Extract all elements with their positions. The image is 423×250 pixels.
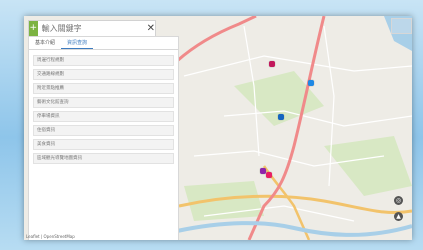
- layer-thumbnail[interactable]: [391, 18, 412, 34]
- list-item[interactable]: 藝術文化館查詢: [33, 97, 174, 108]
- map-window: ◎ ▲ + ✕ 基本介紹 資訊查詢 周邊行程規劃 交通路線規劃 附近景點推薦 藝…: [24, 16, 412, 240]
- panel-tabs: 基本介紹 資訊查詢: [29, 37, 178, 50]
- list-item[interactable]: 停車場資訊: [33, 111, 174, 122]
- museum-icon[interactable]: [269, 61, 275, 67]
- tab-info-search[interactable]: 資訊查詢: [61, 37, 94, 49]
- list-item[interactable]: 區域觀光導覽地圖資訊: [33, 153, 174, 164]
- info-panel: 基本介紹 資訊查詢 周邊行程規劃 交通路線規劃 附近景點推薦 藝術文化館查詢 停…: [28, 36, 179, 240]
- food-icon[interactable]: [266, 172, 272, 178]
- tab-basic-info[interactable]: 基本介紹: [29, 37, 61, 49]
- list-item[interactable]: 周邊行程規劃: [33, 55, 174, 66]
- plus-icon[interactable]: +: [29, 21, 38, 36]
- car-icon[interactable]: [278, 114, 284, 120]
- search-bar: + ✕: [28, 20, 156, 37]
- search-input[interactable]: [37, 22, 147, 35]
- compass-icon[interactable]: ▲: [394, 212, 403, 221]
- list-item[interactable]: 美食資訊: [33, 139, 174, 150]
- bus-icon[interactable]: [308, 80, 314, 86]
- list-item[interactable]: 交通路線規劃: [33, 69, 174, 80]
- map-attribution: Leaflet | OpenStreetMap: [26, 234, 75, 239]
- list-item[interactable]: 住宿資訊: [33, 125, 174, 136]
- close-icon[interactable]: ✕: [147, 21, 155, 36]
- list-item[interactable]: 附近景點推薦: [33, 83, 174, 94]
- info-list: 周邊行程規劃 交通路線規劃 附近景點推薦 藝術文化館查詢 停車場資訊 住宿資訊 …: [29, 50, 178, 164]
- locate-icon[interactable]: ◎: [394, 196, 403, 205]
